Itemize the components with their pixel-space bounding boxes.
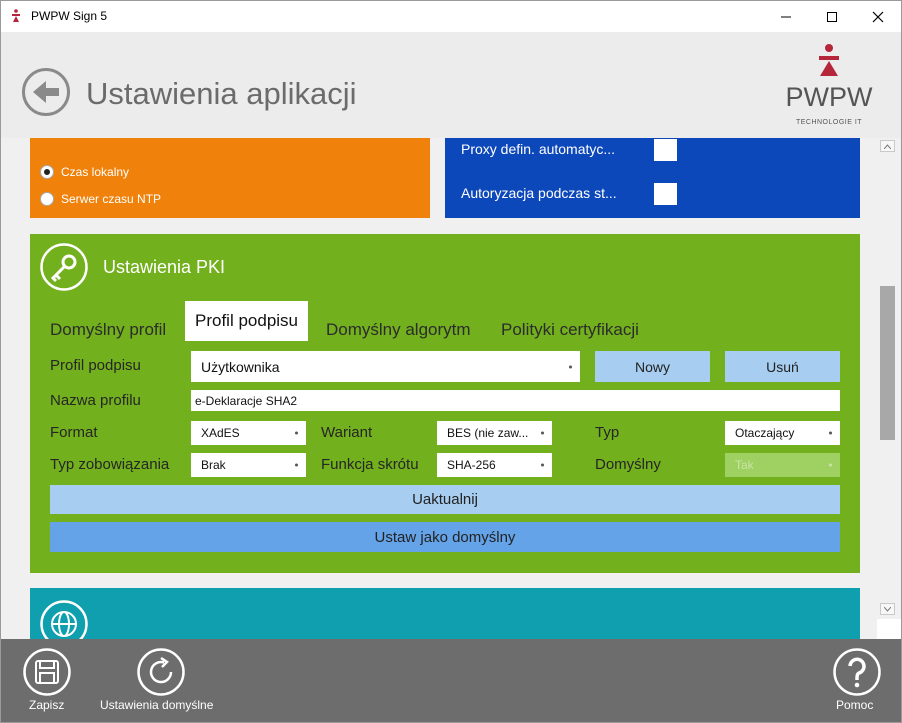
new-profile-button[interactable]: Nowy [595,351,710,382]
scrollbar-thumb[interactable] [880,286,895,440]
hash-function-select-value: SHA-256 [447,458,496,472]
format-label: Format [50,424,98,441]
radio-label: Czas lokalny [61,165,130,179]
update-button[interactable]: Uaktualnij [50,485,840,514]
close-icon [872,11,884,22]
restore-defaults-label: Ustawienia domyślne [100,698,214,712]
refresh-icon [137,648,185,696]
title-bar: PWPW Sign 5 [1,1,901,32]
type-select-value: Otaczający [735,426,795,440]
type-label: Typ [595,424,620,441]
tab-default-algorithm[interactable]: Domyślny algorytm [326,310,471,350]
tab-signature-profile[interactable]: Profil podpisu [185,301,309,341]
chevron-down-icon [295,463,298,467]
maximize-icon [827,11,837,22]
minimize-button[interactable] [763,1,809,32]
scroll-up-button[interactable] [880,140,895,152]
tab-default-profile[interactable]: Domyślny profil [50,310,166,350]
variant-select[interactable]: BES (nie zaw... [437,421,552,445]
proxy-auto-label: Proxy defin. automatyc... [461,141,616,157]
chevron-down-icon [884,606,891,612]
default-select-value: Tak [735,458,754,472]
pwpw-app-icon [12,9,20,22]
format-select-value: XAdES [201,426,240,440]
back-arrow-icon[interactable] [21,67,71,117]
chevron-down-icon [829,431,832,435]
variant-label: Wariant [321,424,373,441]
chevron-down-icon [829,463,832,467]
tab-certification-policies[interactable]: Polityki certyfikacji [501,310,639,350]
pki-settings-panel: Ustawienia PKI Domyślny profil Profil po… [30,234,860,573]
profile-label: Profil podpisu [50,357,141,374]
save-button[interactable]: Zapisz [23,639,73,722]
help-label: Pomoc [836,698,874,712]
chevron-down-icon [541,463,544,467]
profile-select[interactable]: Użytkownika [191,351,580,382]
delete-profile-button[interactable]: Usuń [725,351,840,382]
default-label: Domyślny [595,456,661,473]
time-source-panel: Czas lokalny Serwer czasu NTP [30,138,430,218]
format-select[interactable]: XAdES [191,421,306,445]
help-button[interactable]: Pomoc [833,639,883,722]
scroll-down-button[interactable] [880,603,895,615]
chevron-down-icon [541,431,544,435]
page-title: Ustawienia aplikacji [86,76,357,111]
app-window: PWPW Sign 5 Ustawienia aplikacji PWPW TE… [0,0,902,723]
proxy-auth-checkbox[interactable] [654,183,677,205]
hash-function-select[interactable]: SHA-256 [437,453,552,477]
logo-subtext: TECHNOLOGIE IT [796,119,862,126]
radio-local-time[interactable]: Czas lokalny [40,165,129,179]
proxy-auth-label: Autoryzacja podczas st... [461,185,617,201]
proxy-auto-checkbox[interactable] [654,139,677,161]
default-select: Tak [725,453,840,477]
pki-panel-title: Ustawienia PKI [103,257,226,277]
chevron-down-icon [569,365,572,368]
save-icon [23,648,71,696]
settings-scroll-area[interactable]: Czas lokalny Serwer czasu NTP Proxy defi… [1,138,877,639]
chevron-down-icon [295,431,298,435]
radio-button[interactable] [40,192,54,206]
radio-label: Serwer czasu NTP [61,192,162,206]
profile-select-value: Użytkownika [201,358,280,375]
profile-name-input[interactable]: e-Deklaracje SHA2 [191,390,840,411]
chevron-up-icon [884,143,891,149]
window-title: PWPW Sign 5 [31,9,108,23]
variant-select-value: BES (nie zaw... [447,426,529,440]
maximize-button[interactable] [809,1,855,32]
hash-function-label: Funkcja skrótu [321,456,419,473]
commitment-type-select[interactable]: Brak [191,453,306,477]
minimize-icon [781,16,791,17]
radio-ntp-server[interactable]: Serwer czasu NTP [40,192,161,206]
save-label: Zapisz [29,698,65,712]
type-select[interactable]: Otaczający [725,421,840,445]
commitment-type-select-value: Brak [201,458,226,472]
bottom-app-bar: Zapisz Ustawienia domyślne Pomoc [1,639,901,722]
help-icon [833,648,881,696]
set-default-button[interactable]: Ustaw jako domyślny [50,522,840,552]
radio-button[interactable] [40,165,54,179]
restore-defaults-button[interactable]: Ustawienia domyślne [100,639,224,722]
globe-icon [40,600,88,639]
profile-name-label: Nazwa profilu [50,392,141,409]
close-button[interactable] [855,1,901,32]
page-header: Ustawienia aplikacji PWPW TECHNOLOGIE IT [1,32,901,138]
commitment-type-label: Typ zobowiązania [50,456,170,473]
vertical-scrollbar[interactable] [877,138,901,619]
network-panel [30,588,860,639]
pwpw-logo: PWPW TECHNOLOGIE IT [781,40,881,136]
proxy-panel: Proxy defin. automatyc... Autoryzacja po… [445,138,860,218]
pwpw-logo-mark: PWPW TECHNOLOGIE IT [786,44,874,126]
logo-text: PWPW [786,82,874,112]
key-icon [40,243,88,291]
